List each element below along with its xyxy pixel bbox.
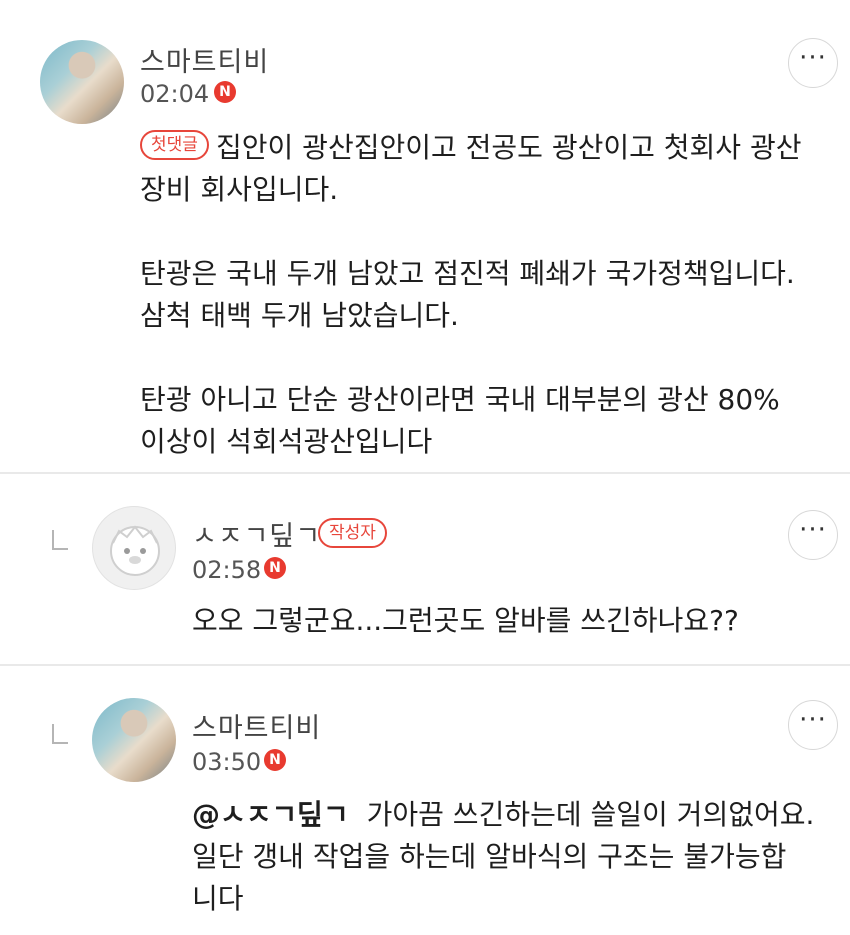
more-options-button[interactable]: ··· bbox=[788, 38, 838, 88]
comment-line: 장비 회사입니다. bbox=[140, 173, 339, 206]
timestamp: 03:50 bbox=[192, 748, 262, 776]
reply-arrow-icon bbox=[52, 530, 68, 550]
nickname[interactable]: 스마트티비 bbox=[140, 40, 269, 79]
mention[interactable]: @ㅅㅈㄱ딮ㄱ bbox=[192, 798, 349, 831]
timestamp: 02:04 bbox=[140, 80, 210, 108]
comment-line: 일단 갱내 작업을 하는데 알바식의 구조는 불가능합 bbox=[192, 840, 787, 873]
comment-body: 오오 그렇군요...그런곳도 알바를 쓰긴하나요?? bbox=[192, 600, 739, 642]
comment-line: @ㅅㅈㄱ딮ㄱ 가아끔 쓰긴하는데 쓸일이 거의없어요. bbox=[192, 798, 815, 831]
reply-arrow-icon bbox=[52, 724, 68, 744]
avatar[interactable] bbox=[92, 698, 176, 782]
comment-body: 집안이 광산집안이고 전공도 광산이고 첫회사 광산 장비 회사입니다. 탄광은… bbox=[140, 127, 801, 463]
new-badge-icon: N bbox=[214, 81, 236, 103]
more-options-button[interactable]: ··· bbox=[788, 510, 838, 560]
divider bbox=[0, 472, 850, 474]
avatar[interactable] bbox=[40, 40, 124, 124]
comment-line: 집안이 광산집안이고 전공도 광산이고 첫회사 광산 bbox=[216, 131, 802, 164]
avatar[interactable] bbox=[92, 506, 176, 590]
comment-line: 이상이 석회석광산입니다 bbox=[140, 425, 433, 458]
comment-line: 탄광은 국내 두개 남았고 점진적 폐쇄가 국가정책입니다. bbox=[140, 257, 795, 290]
comment-line: 삼척 태백 두개 남았습니다. bbox=[140, 299, 459, 332]
nickname[interactable]: ㅅㅈㄱ딮ㄱ bbox=[192, 514, 321, 553]
divider bbox=[0, 664, 850, 666]
new-badge-icon: N bbox=[264, 557, 286, 579]
comment-body: @ㅅㅈㄱ딮ㄱ 가아끔 쓰긴하는데 쓸일이 거의없어요. 일단 갱내 작업을 하는… bbox=[192, 794, 814, 920]
comment-line: 니다 bbox=[192, 882, 244, 915]
more-options-button[interactable]: ··· bbox=[788, 700, 838, 750]
comment-line: 오오 그렇군요...그런곳도 알바를 쓰긴하나요?? bbox=[192, 604, 739, 637]
nickname[interactable]: 스마트티비 bbox=[192, 706, 321, 745]
timestamp: 02:58 bbox=[192, 556, 262, 584]
author-tag: 작성자 bbox=[318, 518, 387, 548]
comment-line: 탄광 아니고 단순 광산이라면 국내 대부분의 광산 80% bbox=[140, 383, 780, 416]
new-badge-icon: N bbox=[264, 749, 286, 771]
